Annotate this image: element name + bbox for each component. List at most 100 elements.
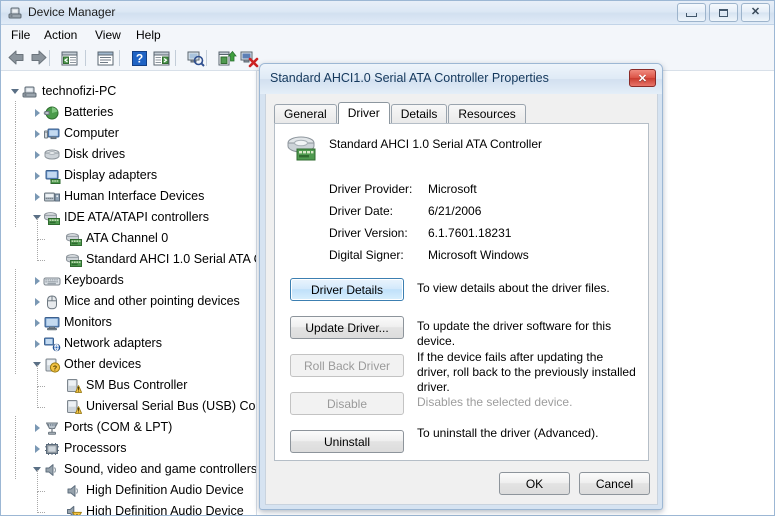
expand-arrow-icon[interactable] — [32, 317, 43, 328]
close-icon: ✕ — [750, 6, 761, 18]
tree-item-processors[interactable]: Processors — [2, 438, 256, 459]
tree-item-high-definition-audio-device[interactable]: ! High Definition Audio Device — [2, 501, 256, 515]
tree-item-ports-com-lpt[interactable]: Ports (COM & LPT) — [2, 417, 256, 438]
tab-resources[interactable]: Resources — [448, 104, 526, 123]
forward-icon[interactable] — [28, 48, 49, 68]
tree-item-human-interface-devices[interactable]: Human Interface Devices — [2, 186, 256, 207]
minimize-button[interactable] — [677, 3, 706, 22]
tree-item-network-adapters[interactable]: Network adapters — [2, 333, 256, 354]
tree-item-ide-ata-atapi-controllers[interactable]: IDE ATA/ATAPI controllers — [2, 207, 256, 228]
tree-item-label: Monitors — [64, 315, 112, 329]
scan-for-hardware-changes-icon[interactable] — [185, 48, 206, 68]
dialog-close-button[interactable]: ✕ — [629, 69, 656, 87]
device-properties-dialog: Standard AHCI1.0 Serial ATA Controller P… — [259, 63, 663, 510]
processor-icon — [43, 441, 61, 457]
disable-button[interactable]: Disable — [290, 392, 404, 415]
device-tree[interactable]: technofizi-PC Batteries Computer Disk drive… — [2, 71, 256, 515]
tree-item-label: ATA Channel 0 — [86, 231, 169, 245]
expand-arrow-icon[interactable] — [32, 107, 43, 118]
tree-item-label: Standard AHCI 1.0 Serial ATA Co — [86, 252, 256, 266]
show-hide-console-tree-icon[interactable] — [59, 48, 80, 68]
tree-item-label: Computer — [64, 126, 119, 140]
tree-item-universal-serial-bus-usb-contro[interactable]: ! Universal Serial Bus (USB) Contro — [2, 396, 256, 417]
unknown-device-icon: ? — [43, 357, 61, 373]
expand-arrow-icon[interactable] — [32, 422, 43, 433]
driver-provider-value: Microsoft — [428, 182, 477, 196]
expand-arrow-icon[interactable] — [32, 128, 43, 139]
tree-item-label: High Definition Audio Device — [86, 483, 244, 497]
expand-arrow-icon[interactable] — [32, 191, 43, 202]
collapse-arrow-icon[interactable] — [10, 86, 21, 97]
computer-root-icon — [21, 84, 39, 100]
tree-item-label: Universal Serial Bus (USB) Contro — [86, 399, 256, 413]
driver-provider-label: Driver Provider: — [329, 182, 413, 196]
hid-icon — [43, 189, 61, 205]
menu-item-view[interactable]: View — [93, 28, 123, 42]
toolbar-separator — [206, 50, 207, 66]
tree-item-disk-drives[interactable]: Disk drives — [2, 144, 256, 165]
tab-driver[interactable]: Driver — [337, 102, 390, 124]
tree-item-technofizi-pc[interactable]: technofizi-PC — [2, 81, 256, 102]
tree-item-sound-video-and-game-controllers[interactable]: Sound, video and game controllers — [2, 459, 256, 480]
unknown-device-warning-icon: ! — [65, 378, 83, 394]
uninstall-description: To uninstall the driver (Advanced). — [417, 426, 599, 440]
digital-signer-label: Digital Signer: — [329, 248, 404, 262]
window-title: Device Manager — [28, 5, 116, 19]
tree-item-mice-and-other-pointing-devices[interactable]: Mice and other pointing devices — [2, 291, 256, 312]
caption-button-group: ✕ — [677, 3, 770, 22]
tree-item-monitors[interactable]: Monitors — [2, 312, 256, 333]
expand-arrow-icon[interactable] — [32, 170, 43, 181]
svg-text:!: ! — [77, 407, 79, 414]
back-icon[interactable] — [6, 48, 27, 68]
tree-item-label: Keyboards — [64, 273, 124, 287]
driver-details-button[interactable]: Driver Details — [290, 278, 404, 301]
driver-date-value: 6/21/2006 — [428, 204, 482, 218]
tree-item-label: Display adapters — [64, 168, 158, 182]
disable-device-icon[interactable] — [238, 48, 259, 68]
svg-text:?: ? — [53, 365, 57, 372]
tree-item-high-definition-audio-device[interactable]: High Definition Audio Device — [2, 480, 256, 501]
port-icon — [43, 420, 61, 436]
tree-item-standard-ahci-1-0-serial-ata-co[interactable]: Standard AHCI 1.0 Serial ATA Co — [2, 249, 256, 270]
tree-item-label: technofizi-PC — [42, 84, 117, 98]
tree-item-ata-channel-0[interactable]: ATA Channel 0 — [2, 228, 256, 249]
driver-version-value: 6.1.7601.18231 — [428, 226, 512, 240]
tree-item-label: IDE ATA/ATAPI controllers — [64, 210, 209, 224]
expand-arrow-icon[interactable] — [32, 338, 43, 349]
cancel-button[interactable]: Cancel — [579, 472, 650, 495]
display-adapter-icon — [43, 168, 61, 184]
driver-tab-panel: Standard AHCI 1.0 Serial ATA Controller … — [274, 123, 649, 461]
expand-arrow-icon[interactable] — [32, 275, 43, 286]
maximize-icon — [719, 8, 728, 17]
tree-item-keyboards[interactable]: Keyboards — [2, 270, 256, 291]
tree-item-label: Human Interface Devices — [64, 189, 205, 203]
menu-item-action[interactable]: Action — [42, 28, 79, 42]
tab-general[interactable]: General — [274, 104, 337, 123]
expand-arrow-icon[interactable] — [32, 296, 43, 307]
update-driver-button[interactable]: Update Driver... — [290, 316, 404, 339]
menu-item-file[interactable]: File — [9, 28, 32, 42]
tree-item-batteries[interactable]: Batteries — [2, 102, 256, 123]
roll-back-driver-button[interactable]: Roll Back Driver — [290, 354, 404, 377]
unknown-device-warning-icon: ! — [65, 399, 83, 415]
uninstall-button[interactable]: Uninstall — [290, 430, 404, 453]
expand-arrow-icon[interactable] — [32, 443, 43, 454]
ok-button[interactable]: OK — [499, 472, 570, 495]
tree-item-label: Disk drives — [64, 147, 126, 161]
svg-text:!: ! — [76, 514, 78, 515]
tree-item-computer[interactable]: Computer — [2, 123, 256, 144]
tree-item-other-devices[interactable]: ? Other devices — [2, 354, 256, 375]
uninstall-device-icon[interactable] — [216, 48, 237, 68]
maximize-button[interactable] — [709, 3, 738, 22]
tree-item-sm-bus-controller[interactable]: ! SM Bus Controller — [2, 375, 256, 396]
menu-item-help[interactable]: Help — [134, 28, 163, 42]
tree-item-display-adapters[interactable]: Display adapters — [2, 165, 256, 186]
expand-arrow-icon[interactable] — [32, 149, 43, 160]
help-icon[interactable]: ? — [129, 48, 150, 68]
close-button[interactable]: ✕ — [741, 3, 770, 22]
window-title-bar: Device Manager ✕ — [1, 1, 774, 25]
update-driver-icon[interactable] — [151, 48, 172, 68]
properties-icon[interactable] — [95, 48, 116, 68]
tab-details[interactable]: Details — [390, 104, 448, 123]
